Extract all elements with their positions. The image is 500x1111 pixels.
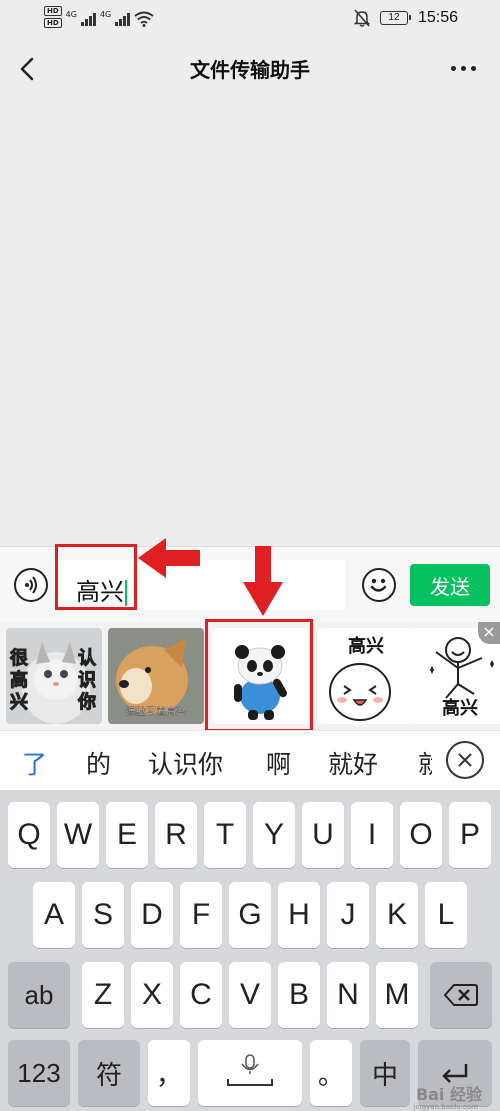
key-v[interactable]: V: [229, 962, 271, 1028]
key-r[interactable]: R: [155, 802, 197, 868]
arrow-down-icon: [243, 546, 283, 616]
key-z[interactable]: Z: [82, 962, 124, 1028]
cat-caption-left: 很高兴: [10, 648, 29, 714]
cat-sticker[interactable]: 很高兴 认识你: [6, 628, 102, 724]
annotation-box-input: [55, 544, 137, 610]
key-symbols[interactable]: 符: [78, 1040, 140, 1106]
key-p[interactable]: P: [449, 802, 491, 868]
key-n[interactable]: N: [327, 962, 369, 1028]
dancing-figure-caption: 高兴: [442, 698, 478, 719]
face-sticker[interactable]: 高兴: [318, 628, 414, 724]
candidate-item[interactable]: 就好: [328, 745, 378, 781]
more-dot: [461, 66, 466, 71]
key-i[interactable]: I: [351, 802, 393, 868]
key-period[interactable]: 。: [310, 1040, 352, 1106]
battery-icon: 12: [379, 11, 411, 25]
key-numbers[interactable]: 123: [8, 1040, 70, 1106]
key-s[interactable]: S: [82, 882, 124, 948]
emoji-icon: [370, 578, 387, 592]
space-mic-icon: [227, 1054, 273, 1086]
candidate-item[interactable]: 了: [22, 745, 47, 781]
candidate-item[interactable]: 啊: [266, 745, 291, 781]
key-w[interactable]: W: [57, 802, 99, 868]
clock: 15:56: [417, 9, 458, 26]
status-bar: HD HD 4G 4G 12 15:56: [0, 0, 500, 38]
signal-icon-2: [115, 12, 131, 26]
chat-area[interactable]: [0, 98, 500, 546]
space-key[interactable]: [198, 1040, 302, 1106]
emoji-button[interactable]: [362, 568, 396, 602]
key-q[interactable]: Q: [8, 802, 50, 868]
voice-button[interactable]: [14, 568, 48, 602]
key-ab[interactable]: ab: [8, 962, 70, 1028]
more-dot: [471, 66, 476, 71]
more-button[interactable]: [451, 66, 476, 71]
key-t[interactable]: T: [204, 802, 246, 868]
key-chinese[interactable]: 中: [360, 1040, 410, 1106]
keyboard: Q W E R T Y U I O P A S D F G H J K L ab…: [0, 790, 500, 1111]
close-icon[interactable]: ×: [478, 622, 500, 644]
network-type-2: 4G: [99, 10, 112, 19]
key-h[interactable]: H: [278, 882, 320, 948]
wifi-icon: [134, 11, 154, 27]
key-m[interactable]: M: [376, 962, 418, 1028]
arrow-left-icon: [138, 538, 200, 578]
candidate-item[interactable]: 就: [418, 745, 432, 781]
close-icon: [458, 753, 472, 767]
signal-icon: [80, 12, 96, 26]
backspace-key[interactable]: [430, 962, 492, 1028]
watermark-url: jingyan.baidu.com: [413, 1103, 478, 1111]
status-left: HD HD 4G 4G: [44, 6, 154, 32]
page-title: 文件传输助手: [190, 58, 310, 82]
voice-icon: [25, 576, 37, 594]
key-o[interactable]: O: [400, 802, 442, 868]
key-b[interactable]: B: [278, 962, 320, 1028]
key-x[interactable]: X: [131, 962, 173, 1028]
key-e[interactable]: E: [106, 802, 148, 868]
backspace-icon: [444, 984, 478, 1006]
face-image: [329, 663, 391, 721]
status-right: 12 15:56: [353, 9, 458, 27]
nav-bar: 文件传输助手: [0, 38, 500, 98]
dog-caption: 满脸写着高兴: [126, 707, 186, 718]
key-comma[interactable]: ，: [148, 1040, 190, 1106]
annotation-box-panda: [205, 619, 313, 732]
key-g[interactable]: G: [229, 882, 271, 948]
key-y[interactable]: Y: [253, 802, 295, 868]
key-f[interactable]: F: [180, 882, 222, 948]
network-type-1: 4G: [65, 10, 77, 19]
key-c[interactable]: C: [180, 962, 222, 1028]
hd-badge-1: HD: [44, 6, 62, 16]
key-u[interactable]: U: [302, 802, 344, 868]
key-k[interactable]: K: [376, 882, 418, 948]
send-button[interactable]: 发送: [410, 564, 490, 606]
more-dots-icon: [451, 66, 456, 71]
key-j[interactable]: J: [327, 882, 369, 948]
hd-badge-2: HD: [44, 18, 62, 28]
candidate-item[interactable]: 认识你: [148, 745, 223, 781]
hd-badges: HD HD: [44, 6, 62, 28]
candidate-item[interactable]: 的: [86, 745, 111, 781]
mute-bell-icon: [353, 9, 370, 27]
key-d[interactable]: D: [131, 882, 173, 948]
dog-sticker[interactable]: 满脸写着高兴: [108, 628, 204, 724]
watermark: Bai 经验: [415, 1085, 482, 1104]
candidate-bar: 了 的 认识你 啊 就好 就: [0, 730, 500, 790]
candidate-close-button[interactable]: [446, 741, 484, 779]
key-l[interactable]: L: [425, 882, 467, 948]
key-a[interactable]: A: [33, 882, 75, 948]
cat-caption-right: 认识你: [78, 648, 97, 714]
